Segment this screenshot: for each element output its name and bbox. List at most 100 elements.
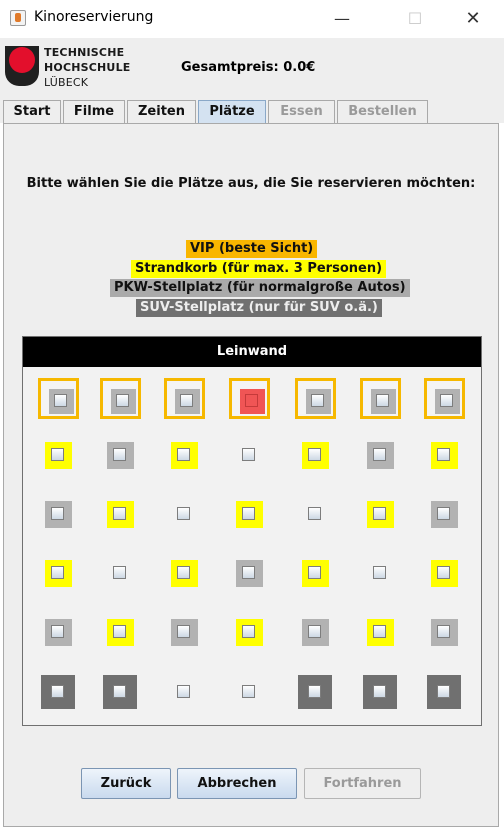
logo-text-line-1: TECHNISCHE [44,46,125,59]
seat-checkbox [242,507,255,520]
seat-pkw[interactable] [430,500,458,528]
seat-strandkorb[interactable] [44,441,72,469]
seat-checkbox [308,685,321,698]
seat-taken [236,679,263,706]
legend-strandkorb: Strandkorb (für max. 3 Personen) [131,260,387,278]
legend-pkw: PKW-Stellplatz (für normalgroße Autos) [110,279,410,297]
seat-checkbox [51,507,64,520]
legend-vip: VIP (beste Sicht) [186,240,318,258]
seat-checkbox [51,625,64,638]
total-price: Gesamtpreis: 0.0€ [181,60,316,75]
seat-pkw[interactable] [430,618,458,646]
close-button[interactable]: ✕ [450,6,496,32]
java-app-icon [10,10,26,26]
seat-taken [171,501,198,528]
seat-pkw[interactable] [170,618,198,646]
seat-checkbox [54,394,67,407]
seat-checkbox [113,507,126,520]
seat-taken [171,679,198,706]
seat-pkw[interactable] [44,500,72,528]
seat-checkbox [113,566,126,579]
header: TECHNISCHE HOCHSCHULE LÜBECK Gesamtpreis… [0,38,504,96]
seat-checkbox [308,448,321,461]
back-button[interactable]: Zurück [81,768,171,799]
seat-suv[interactable] [363,675,397,709]
seat-checkbox [437,685,450,698]
tab-filme[interactable]: Filme [63,100,125,123]
seat-checkbox [242,625,255,638]
seat-checkbox [437,625,450,638]
seat-checkbox [373,625,386,638]
seat-pkw[interactable] [235,559,263,587]
seat-taken [367,560,394,587]
seat-strandkorb[interactable] [430,559,458,587]
seat-suv[interactable] [427,675,461,709]
seat-checkbox [245,394,258,407]
seat-checkbox [373,507,386,520]
seat-strandkorb[interactable] [301,441,329,469]
seat-taken [302,501,329,528]
seat-vip[interactable] [37,377,79,419]
seat-selection-panel: Bitte wählen Sie die Plätze aus, die Sie… [3,123,499,827]
tab-start[interactable]: Start [3,100,61,123]
seat-checkbox [308,566,321,579]
seat-strandkorb[interactable] [170,441,198,469]
seat-strandkorb[interactable] [366,500,394,528]
minimize-button[interactable]: — [319,6,365,32]
seat-checkbox [177,685,190,698]
seat-checkbox [376,394,389,407]
seat-checkbox [51,448,64,461]
seat-strandkorb[interactable] [235,618,263,646]
seat-strandkorb[interactable] [44,559,72,587]
seat-checkbox [177,448,190,461]
seat-checkbox [51,566,64,579]
seat-strandkorb[interactable] [106,500,134,528]
seat-checkbox [373,448,386,461]
seat-checkbox [242,566,255,579]
seat-taken [236,442,263,469]
seat-vip[interactable] [99,377,141,419]
seat-strandkorb[interactable] [106,618,134,646]
logo-text-line-2: HOCHSCHULE [44,61,131,74]
seat-checkbox [113,448,126,461]
tab-plaetze[interactable]: Plätze [198,100,266,123]
seat-strandkorb[interactable] [430,441,458,469]
seat-suv[interactable] [103,675,137,709]
seat-checkbox [308,625,321,638]
title-bar: Kinoreservierung — ☐ ✕ [0,0,504,38]
seat-checkbox [440,394,453,407]
seat-pkw[interactable] [106,441,134,469]
seat-checkbox [177,625,190,638]
seat-checkbox [113,685,126,698]
seat-vip[interactable] [359,377,401,419]
seat-suv[interactable] [298,675,332,709]
seat-taken [107,560,134,587]
tab-zeiten[interactable]: Zeiten [127,100,196,123]
seat-checkbox [373,566,386,579]
seat-suv[interactable] [41,675,75,709]
seat-checkbox [308,507,321,520]
seat-strandkorb[interactable] [170,559,198,587]
seat-vip[interactable] [423,377,465,419]
continue-button: Fortfahren [304,768,421,799]
seat-pkw[interactable] [44,618,72,646]
instruction-text: Bitte wählen Sie die Plätze aus, die Sie… [26,176,476,191]
tab-bestellen: Bestellen [337,100,428,123]
cancel-button[interactable]: Abbrechen [177,768,297,799]
seat-checkbox [242,448,255,461]
maximize-button[interactable]: ☐ [392,6,438,32]
seat-checkbox [177,507,190,520]
seat-strandkorb[interactable] [235,500,263,528]
seat-pkw[interactable] [366,441,394,469]
seat-strandkorb[interactable] [366,618,394,646]
seat-pkw[interactable] [301,618,329,646]
th-luebeck-logo-icon [5,46,39,86]
seat-vip-taken [228,377,270,419]
seat-vip[interactable] [294,377,336,419]
seat-vip[interactable] [163,377,205,419]
seat-checkbox [113,625,126,638]
seat-checkbox [311,394,324,407]
seat-strandkorb[interactable] [301,559,329,587]
tab-bar: Start Filme Zeiten Plätze Essen Bestelle… [0,96,504,123]
app-window: Kinoreservierung — ☐ ✕ TECHNISCHE HOCHSC… [0,0,504,831]
